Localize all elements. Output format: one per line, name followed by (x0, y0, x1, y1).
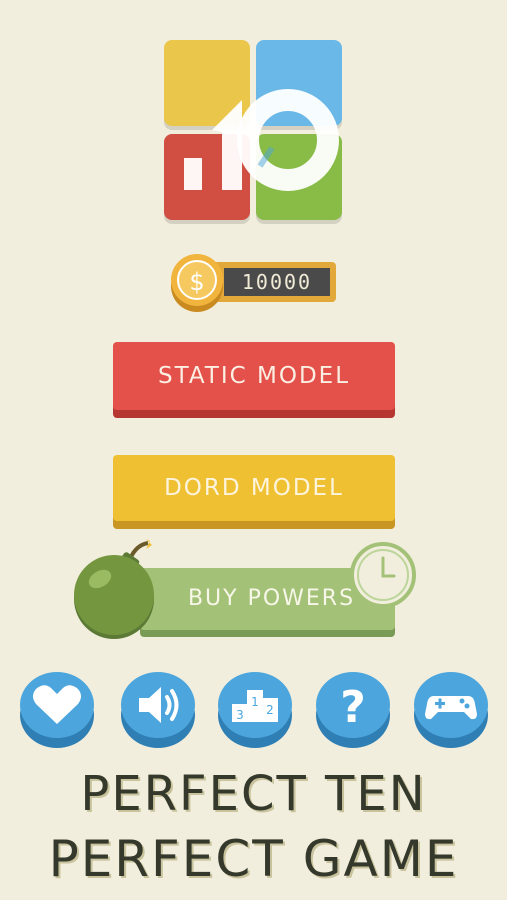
favorite-button[interactable] (20, 672, 94, 752)
logo-number-mark (184, 89, 339, 191)
leaderboard-icon: 3 1 2 (232, 690, 278, 722)
help-symbol: ? (340, 682, 366, 733)
rank-third: 3 (236, 708, 244, 722)
static-model-label: STATIC MODEL (157, 363, 351, 389)
bomb-icon (74, 539, 154, 639)
dord-model-button[interactable]: DORD MODEL (113, 455, 395, 521)
gamepad-icon (425, 696, 477, 720)
coin-symbol: $ (189, 268, 204, 296)
sound-icon (139, 687, 179, 723)
title-line-1: PERFECT TEN (80, 766, 427, 822)
more-games-button[interactable] (414, 672, 488, 752)
clock-icon (350, 542, 416, 608)
leaderboard-button[interactable]: 3 1 2 (218, 672, 292, 752)
static-model-button[interactable]: STATIC MODEL (113, 342, 395, 410)
heart-icon (33, 685, 81, 724)
rank-second: 2 (266, 703, 274, 717)
title-line-2: PERFECT GAME (48, 830, 459, 888)
help-icon: ? (340, 682, 366, 733)
game-logo: 10 (164, 40, 344, 224)
coin-value: 10000 (241, 270, 313, 294)
coin-balance: 10000 $ (168, 252, 338, 312)
rank-first: 1 (251, 695, 259, 709)
coin-icon: $ (171, 254, 223, 312)
help-button[interactable]: ? (316, 672, 390, 752)
sound-button[interactable] (121, 672, 195, 752)
dord-model-label: DORD MODEL (164, 475, 344, 501)
